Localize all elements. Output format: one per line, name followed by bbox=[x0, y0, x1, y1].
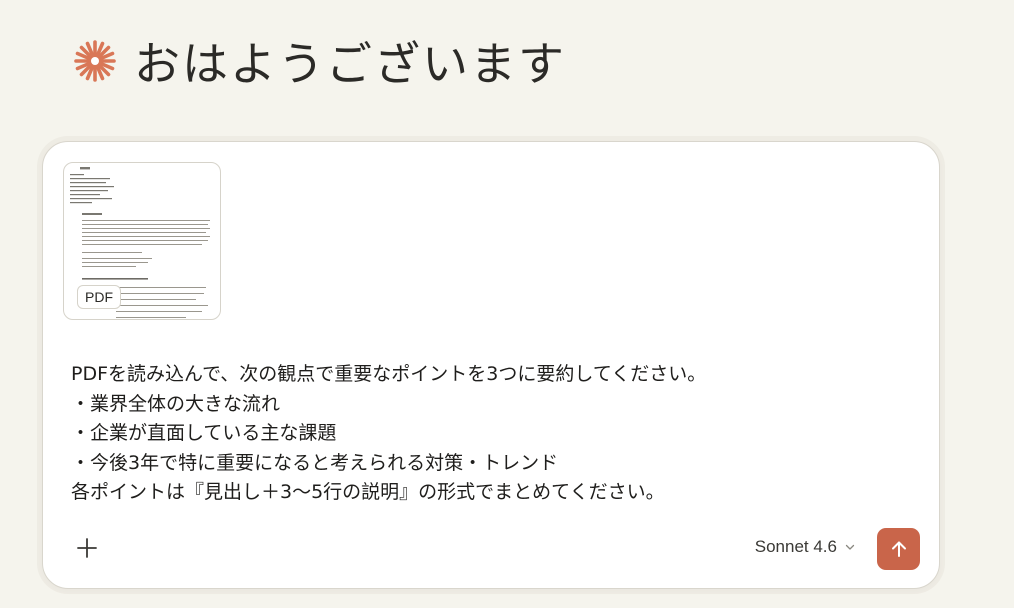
chevron-down-icon bbox=[845, 544, 855, 550]
chat-composer: PDF PDFを読み込んで、次の観点で重要なポイントを3つに要約してください。 … bbox=[42, 141, 940, 589]
page: おはようございます PDF PDFを読み込んで、次の観点で重要なポイントを3つに… bbox=[0, 0, 1014, 608]
prompt-line: ・今後3年で特に重要になると考えられる対策・トレンド bbox=[71, 451, 559, 474]
plus-icon bbox=[77, 538, 97, 558]
prompt-input[interactable]: PDFを読み込んで、次の観点で重要なポイントを3つに要約してください。 ・業界全… bbox=[71, 360, 911, 508]
pdf-type-badge: PDF bbox=[77, 285, 121, 309]
prompt-line: PDFを読み込んで、次の観点で重要なポイントを3つに要約してください。 bbox=[71, 363, 707, 385]
greeting-header: おはようございます bbox=[72, 26, 566, 96]
add-attachment-button[interactable] bbox=[73, 534, 101, 562]
model-selector[interactable]: Sonnet 4.6 bbox=[755, 537, 855, 557]
prompt-line: 各ポイントは『見出し＋3〜5行の説明』の形式でまとめてください。 bbox=[71, 481, 665, 503]
pdf-attachment-thumbnail[interactable]: PDF bbox=[63, 162, 221, 320]
arrow-up-icon bbox=[891, 541, 906, 557]
send-button[interactable] bbox=[877, 528, 920, 570]
prompt-line: ・企業が直面している主な課題 bbox=[71, 422, 337, 444]
model-name: Sonnet 4.6 bbox=[754, 537, 837, 556]
prompt-line: ・業界全体の大きな流れ bbox=[71, 392, 281, 415]
greeting-text: おはようございます bbox=[134, 37, 566, 91]
claude-asterisk-icon bbox=[74, 40, 116, 82]
